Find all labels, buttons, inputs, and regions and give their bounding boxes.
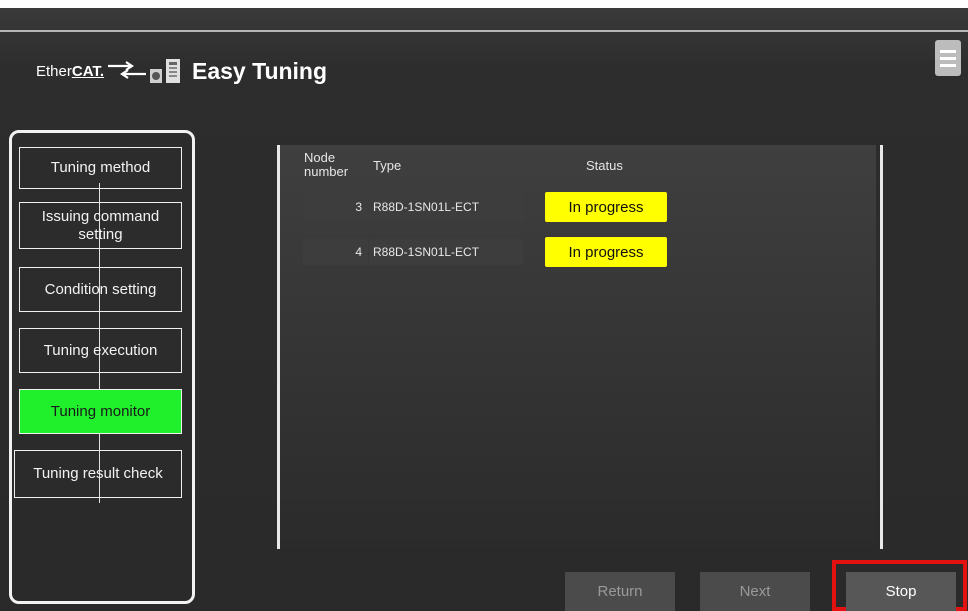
top-divider — [0, 30, 968, 32]
step-label: Tuning monitor — [50, 402, 151, 420]
logo-cat-text: CAT. — [71, 62, 105, 80]
content-right-rule — [880, 145, 883, 549]
servo-drive-icon — [150, 59, 181, 83]
stop-button[interactable]: Stop — [846, 572, 956, 611]
step-label: Tuning result check — [33, 465, 163, 482]
step-label: Condition setting — [44, 280, 157, 298]
menu-icon[interactable] — [935, 40, 961, 76]
node-number-cell: 3 — [303, 194, 368, 220]
step-tuning-monitor[interactable]: Tuning monitor — [19, 389, 182, 434]
ethercat-logo: Ether CAT. — [36, 56, 184, 86]
type-cell: R88D-1SN01L-ECT — [369, 239, 523, 265]
steps-panel: Tuning method Issuing command setting Co… — [9, 130, 195, 604]
logo-ether-text: Ether — [36, 62, 72, 80]
column-header-status: Status — [586, 158, 623, 173]
status-badge: In progress — [545, 192, 667, 222]
next-button[interactable]: Next — [700, 572, 810, 611]
app-title: Easy Tuning — [192, 58, 328, 84]
column-header-node-number: Node number — [304, 150, 349, 179]
column-header-type: Type — [373, 158, 402, 173]
step-label: Issuing command setting — [41, 207, 160, 243]
step-tuning-result-check[interactable]: Tuning result check — [14, 450, 182, 498]
step-label: Tuning execution — [43, 341, 158, 359]
step-tuning-execution[interactable]: Tuning execution — [19, 328, 182, 373]
step-label: Tuning method — [50, 159, 151, 176]
return-button[interactable]: Return — [565, 572, 675, 611]
type-cell: R88D-1SN01L-ECT — [369, 194, 523, 220]
step-condition-setting[interactable]: Condition setting — [19, 267, 182, 312]
node-number-cell: 4 — [303, 239, 368, 265]
step-tuning-method[interactable]: Tuning method — [19, 147, 182, 189]
status-badge: In progress — [545, 237, 667, 267]
step-issuing-command-setting[interactable]: Issuing command setting — [19, 202, 182, 249]
ethercat-arrows-icon — [108, 61, 147, 79]
